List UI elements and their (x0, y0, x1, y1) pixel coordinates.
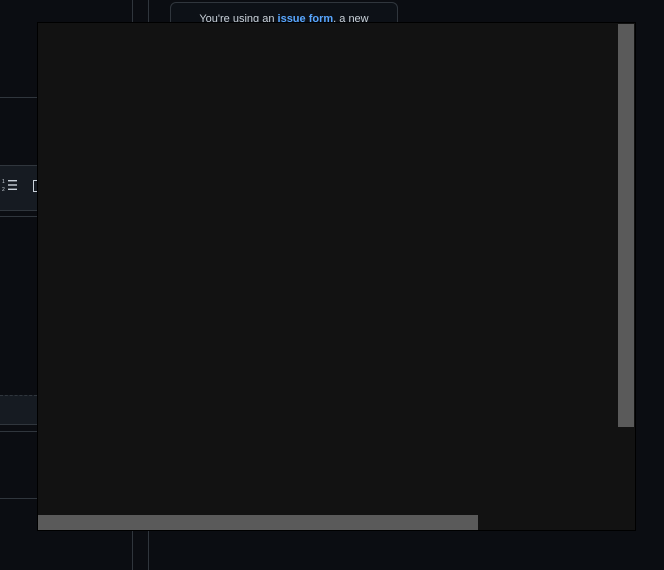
svg-text:2: 2 (2, 187, 5, 192)
overlay-panel (37, 22, 636, 531)
horizontal-scrollbar-thumb[interactable] (38, 515, 478, 530)
divider-horizontal (0, 97, 37, 98)
page: 1 2 You're using an issue form, a new (0, 0, 664, 570)
ordered-list-icon[interactable]: 1 2 (2, 178, 18, 192)
vertical-scrollbar-thumb[interactable] (618, 24, 634, 427)
textarea-footer-strip (0, 395, 37, 425)
divider-horizontal (0, 431, 37, 432)
svg-text:1: 1 (2, 179, 5, 185)
divider-horizontal (0, 498, 37, 499)
divider-horizontal (0, 216, 37, 217)
